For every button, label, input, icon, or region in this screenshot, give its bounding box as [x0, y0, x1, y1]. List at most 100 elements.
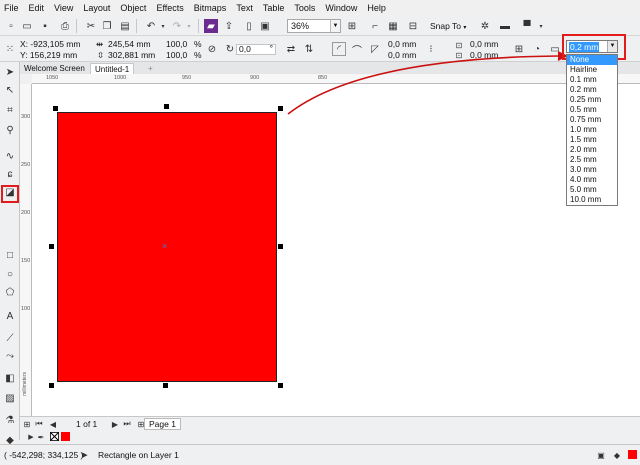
outline-option[interactable]: Hairline — [567, 65, 617, 75]
pdf-icon[interactable]: ▯ — [242, 19, 256, 33]
shape-tool-icon[interactable]: ↖ — [3, 84, 17, 98]
welcome-screen-icon[interactable]: ▀ — [520, 19, 534, 33]
open-icon[interactable]: ▭ — [20, 19, 34, 33]
page-navigator: ⊞ ⏮ ◀ 1 of 1 ▶ ⏭ ⊞ Page 1 — [20, 416, 640, 430]
zoom-level-value: 36% — [291, 21, 310, 31]
menu-tools[interactable]: Tools — [294, 3, 315, 13]
tab-page-1[interactable]: Page 1 — [144, 418, 181, 430]
outline-option[interactable]: 2.5 mm — [567, 155, 617, 165]
add-tab-icon[interactable]: + — [144, 63, 157, 74]
blend-tool-icon[interactable]: ◧ — [3, 372, 17, 386]
height-field[interactable]: 302,881 mm — [108, 50, 155, 60]
show-guidelines-icon[interactable]: ⊟ — [406, 19, 420, 33]
outline-option[interactable]: 1.5 mm — [567, 135, 617, 145]
selection-handle[interactable] — [278, 244, 283, 249]
ellipse-tool-icon[interactable]: ○ — [3, 268, 17, 282]
cut-icon[interactable]: ✂ — [84, 19, 98, 33]
transparency-tool-icon[interactable]: ▨ — [3, 392, 17, 406]
menu-object[interactable]: Object — [120, 3, 146, 13]
menu-text[interactable]: Text — [236, 3, 253, 13]
eyedropper-icon[interactable]: ✒ — [34, 430, 48, 444]
menu-view[interactable]: View — [54, 3, 73, 13]
outline-option[interactable]: 2.0 mm — [567, 145, 617, 155]
scale-y-field[interactable]: 100,0 — [166, 50, 187, 60]
eyedropper-tool-icon[interactable]: ⚗ — [3, 414, 17, 428]
toolbox: ➤ ↖ ⌗ ⚲ ∿ ɕ ◪ □ ○ ⬠ A ⟋ ⤳ ◧ ▨ ⚗ ◆ — [0, 62, 20, 446]
menu-bar: File Edit View Layout Object Effects Bit… — [0, 0, 640, 16]
show-grid-icon[interactable]: ▦ — [386, 19, 400, 33]
outline-option[interactable]: 5.0 mm — [567, 185, 617, 195]
menu-file[interactable]: File — [4, 3, 19, 13]
first-page-icon[interactable]: ⏮ — [32, 417, 46, 431]
import-icon[interactable]: ▰ — [204, 19, 218, 33]
previous-page-icon[interactable]: ◀ — [46, 417, 60, 431]
width-field[interactable]: 245,54 mm — [108, 39, 151, 49]
text-tool-icon[interactable]: A — [3, 310, 17, 324]
tab-untitled-1[interactable]: Untitled-1 — [90, 63, 135, 74]
outline-option[interactable]: None — [567, 55, 617, 65]
outline-option[interactable]: 0.75 mm — [567, 115, 617, 125]
crop-tool-icon[interactable]: ⌗ — [3, 104, 17, 118]
freehand-tool-icon[interactable]: ∿ — [3, 150, 17, 164]
snap-to-button[interactable]: Snap To ▾ — [430, 19, 466, 33]
play-icon[interactable]: ▶ — [78, 448, 92, 462]
menu-help[interactable]: Help — [367, 3, 386, 13]
connector-tool-icon[interactable]: ⤳ — [3, 350, 17, 364]
selection-handle[interactable] — [53, 106, 58, 111]
application-launcher-icon[interactable]: ▬ — [498, 19, 512, 33]
publish-icon[interactable]: ▣ — [258, 19, 272, 33]
outline-option[interactable]: 0.2 mm — [567, 85, 617, 95]
outline-option[interactable]: 4.0 mm — [567, 175, 617, 185]
zoom-tool-icon[interactable]: ⚲ — [3, 124, 17, 138]
artistic-media-tool-icon[interactable]: ɕ — [3, 168, 17, 182]
selection-handle[interactable] — [49, 383, 54, 388]
color-proofing-icon[interactable]: ▣ — [594, 448, 608, 462]
selection-handle[interactable] — [278, 383, 283, 388]
parallel-dimension-tool-icon[interactable]: ⟋ — [3, 332, 17, 346]
show-rulers-icon[interactable]: ⌐ — [368, 19, 382, 33]
zoom-level-select[interactable]: 36% ▼ — [287, 19, 341, 33]
rectangle-tool-icon[interactable]: □ — [3, 249, 17, 263]
outline-option[interactable]: 3.0 mm — [567, 165, 617, 175]
no-color-swatch[interactable] — [50, 432, 59, 441]
print-icon[interactable]: ⎙ — [58, 19, 72, 33]
outline-option[interactable]: 0.5 mm — [567, 105, 617, 115]
paste-icon[interactable]: ▤ — [118, 19, 132, 33]
outline-width-select[interactable]: 0,2 mm ▼ — [566, 40, 618, 53]
copy-icon[interactable]: ❐ — [100, 19, 114, 33]
undo-dropdown-icon[interactable]: ▾ — [156, 19, 170, 33]
object-origin-icon[interactable]: ⁙ — [3, 42, 17, 56]
annotation-arrow — [287, 51, 568, 115]
export-icon[interactable]: ⇪ — [222, 19, 236, 33]
x-position-field[interactable]: X: -923,105 mm — [20, 39, 80, 49]
pick-tool-icon[interactable]: ➤ — [3, 66, 17, 80]
menu-bitmaps[interactable]: Bitmaps — [194, 3, 227, 13]
menu-table[interactable]: Table — [263, 3, 285, 13]
tab-welcome-screen[interactable]: Welcome Screen — [20, 63, 89, 74]
scale-x-field[interactable]: 100,0 — [166, 39, 187, 49]
selection-handle[interactable] — [164, 104, 169, 109]
menu-edit[interactable]: Edit — [29, 3, 45, 13]
new-document-icon[interactable]: ▫ — [4, 19, 18, 33]
menu-layout[interactable]: Layout — [83, 3, 110, 13]
selection-handle[interactable] — [49, 244, 54, 249]
menu-effects[interactable]: Effects — [156, 3, 183, 13]
outline-option[interactable]: 0.25 mm — [567, 95, 617, 105]
chevron-down-icon[interactable]: ▼ — [607, 41, 617, 52]
options-icon[interactable]: ✲ — [478, 19, 492, 33]
outline-option[interactable]: 10.0 mm — [567, 195, 617, 205]
outline-option[interactable]: 1.0 mm — [567, 125, 617, 135]
rotation-field[interactable]: 0,0 ° — [236, 44, 276, 55]
red-color-swatch[interactable] — [61, 432, 70, 441]
save-icon[interactable]: ▪ — [38, 19, 52, 33]
menu-window[interactable]: Window — [325, 3, 357, 13]
y-position-field[interactable]: Y: 156,219 mm — [20, 50, 77, 60]
last-page-icon[interactable]: ⏭ — [120, 417, 134, 431]
redo-dropdown-icon[interactable]: ▾ — [182, 19, 196, 33]
full-screen-icon[interactable]: ⊞ — [345, 19, 359, 33]
selection-handle[interactable] — [163, 383, 168, 388]
outline-option[interactable]: 0.1 mm — [567, 75, 617, 85]
chevron-down-icon[interactable]: ▾ — [534, 19, 548, 33]
polygon-tool-icon[interactable]: ⬠ — [3, 286, 17, 300]
lock-ratio-icon[interactable]: ⊘ — [205, 42, 219, 56]
